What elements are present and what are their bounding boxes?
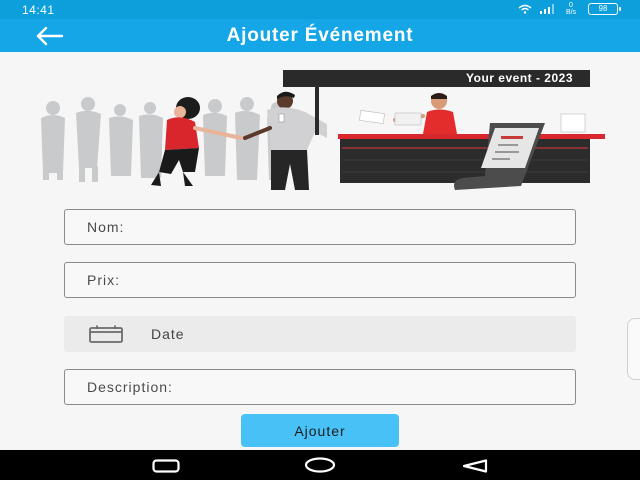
net-speed-unit: B/s (565, 9, 577, 16)
add-event-button[interactable]: Ajouter (241, 414, 399, 447)
date-label: Date (151, 326, 185, 342)
status-bar: 14:41 0 B/s 98 (0, 0, 640, 19)
page-title: Ajouter Événement (226, 25, 414, 46)
prix-field[interactable] (64, 262, 576, 298)
wifi-icon (518, 4, 532, 14)
circle-icon[interactable] (304, 457, 336, 473)
edge-panel-handle[interactable] (627, 318, 640, 380)
nom-field[interactable] (64, 209, 576, 245)
square-icon[interactable] (152, 459, 180, 473)
calendar-icon (89, 325, 123, 343)
banner-text: Your event - 2023 (466, 71, 573, 85)
status-icons: 0 B/s 98 (518, 2, 621, 16)
signal-icon (540, 4, 554, 14)
booth: Your event - 2023 (283, 70, 605, 190)
battery-level: 98 (598, 4, 608, 13)
system-nav-bar (0, 450, 640, 480)
net-speed: 0 B/s (562, 2, 580, 16)
net-speed-value: 0 (569, 2, 573, 9)
woman-figure (151, 97, 243, 186)
nom-input[interactable] (65, 210, 575, 244)
battery-icon: 98 (588, 3, 621, 15)
description-input[interactable] (65, 370, 575, 404)
prix-input[interactable] (65, 263, 575, 297)
triangle-back-icon[interactable] (462, 459, 488, 473)
app-bar: Ajouter Événement (0, 19, 640, 52)
date-picker[interactable]: Date (64, 316, 576, 352)
description-field[interactable] (64, 369, 576, 405)
event-illustration: Your event - 2023 (41, 70, 605, 190)
status-time: 14:41 (22, 3, 55, 17)
